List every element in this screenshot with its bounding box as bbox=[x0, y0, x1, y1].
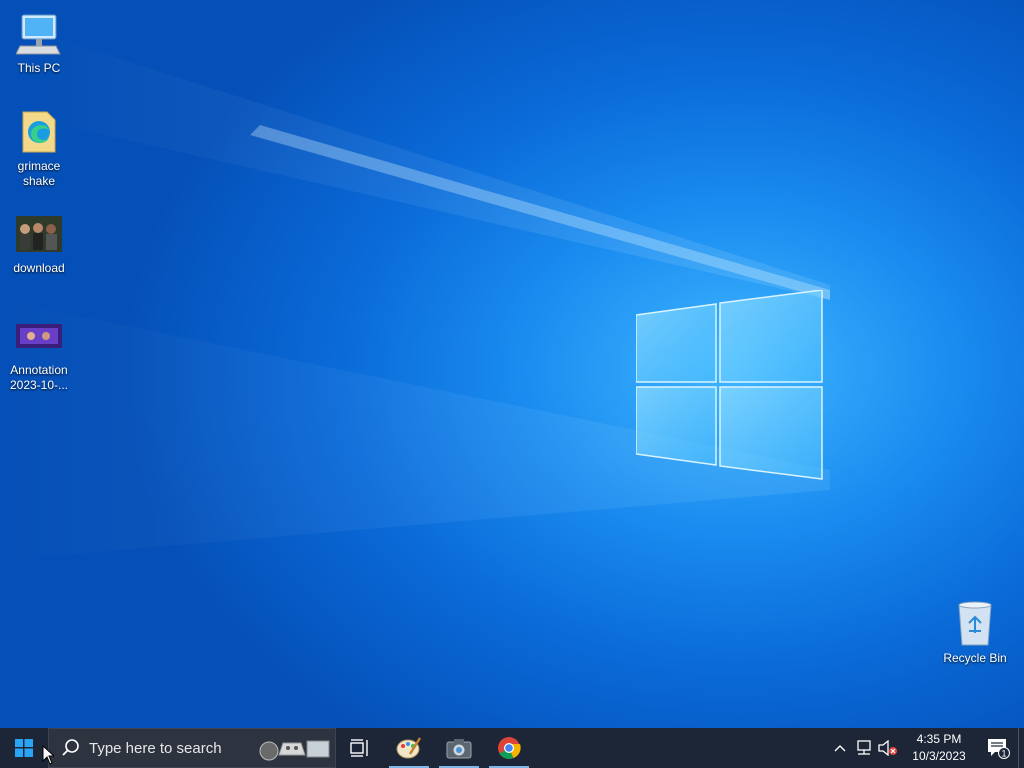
chrome-icon bbox=[498, 737, 521, 759]
taskbar-app-camera[interactable] bbox=[434, 728, 484, 768]
network-icon bbox=[857, 740, 871, 755]
recycle-bin-icon bbox=[951, 600, 999, 648]
icon-label: 2023-10-... bbox=[9, 378, 69, 392]
image-thumbnail-icon bbox=[15, 210, 63, 258]
clock-time: 4:35 PM bbox=[916, 732, 962, 746]
windows-wallpaper-logo bbox=[636, 290, 823, 480]
search-icon bbox=[62, 739, 79, 756]
paint-icon bbox=[396, 737, 422, 759]
show-desktop-button[interactable] bbox=[1018, 728, 1024, 768]
icon-label: Recycle Bin bbox=[943, 651, 1007, 665]
desktop-icon-annotation[interactable]: Annotation 2023-10-... bbox=[1, 312, 77, 393]
task-view-icon bbox=[350, 739, 368, 757]
desktop-icon-this-pc[interactable]: This PC bbox=[1, 10, 77, 76]
computer-icon bbox=[15, 10, 63, 58]
show-hidden-icons-button[interactable] bbox=[828, 728, 852, 768]
system-tray: 4:35 PM 10/3/2023 1 bbox=[828, 728, 1024, 768]
start-button[interactable] bbox=[0, 728, 48, 768]
clock[interactable]: 4:35 PM 10/3/2023 bbox=[906, 731, 972, 765]
desktop: This PC grimace shake download Annotatio… bbox=[0, 0, 1024, 728]
notification-icon: 1 bbox=[988, 739, 1010, 759]
search-highlight-icon bbox=[259, 740, 330, 761]
mouse-cursor-icon bbox=[42, 745, 54, 765]
taskbar-app-paint[interactable] bbox=[384, 728, 434, 768]
windows-icon bbox=[15, 739, 33, 757]
edge-file-icon bbox=[15, 108, 63, 156]
action-center-button[interactable]: 1 bbox=[978, 728, 1018, 768]
chevron-up-icon bbox=[834, 745, 846, 752]
task-view-button[interactable] bbox=[336, 728, 384, 768]
icon-label: This PC bbox=[17, 61, 61, 75]
search-box[interactable]: Type here to search bbox=[48, 728, 336, 768]
search-placeholder: Type here to search bbox=[89, 739, 222, 757]
icon-label: shake bbox=[22, 174, 56, 188]
taskbar-app-chrome[interactable] bbox=[484, 728, 534, 768]
icon-label: grimace bbox=[17, 159, 61, 173]
network-button[interactable] bbox=[852, 728, 876, 768]
taskbar: Type here to search 4:35 PM 10/3/2023 1 bbox=[0, 728, 1024, 768]
desktop-icon-download[interactable]: download bbox=[1, 210, 77, 276]
desktop-icon-recycle-bin[interactable]: Recycle Bin bbox=[937, 600, 1013, 666]
clock-date: 10/3/2023 bbox=[912, 749, 966, 763]
screenshot-thumbnail-icon bbox=[15, 312, 63, 360]
icon-label: download bbox=[13, 261, 65, 275]
volume-muted-icon bbox=[878, 740, 897, 756]
volume-button[interactable] bbox=[876, 728, 900, 768]
notification-count: 1 bbox=[1001, 749, 1006, 759]
camera-icon bbox=[446, 739, 472, 759]
icon-label: Annotation bbox=[10, 363, 68, 377]
desktop-icon-grimace-shake[interactable]: grimace shake bbox=[1, 108, 77, 189]
